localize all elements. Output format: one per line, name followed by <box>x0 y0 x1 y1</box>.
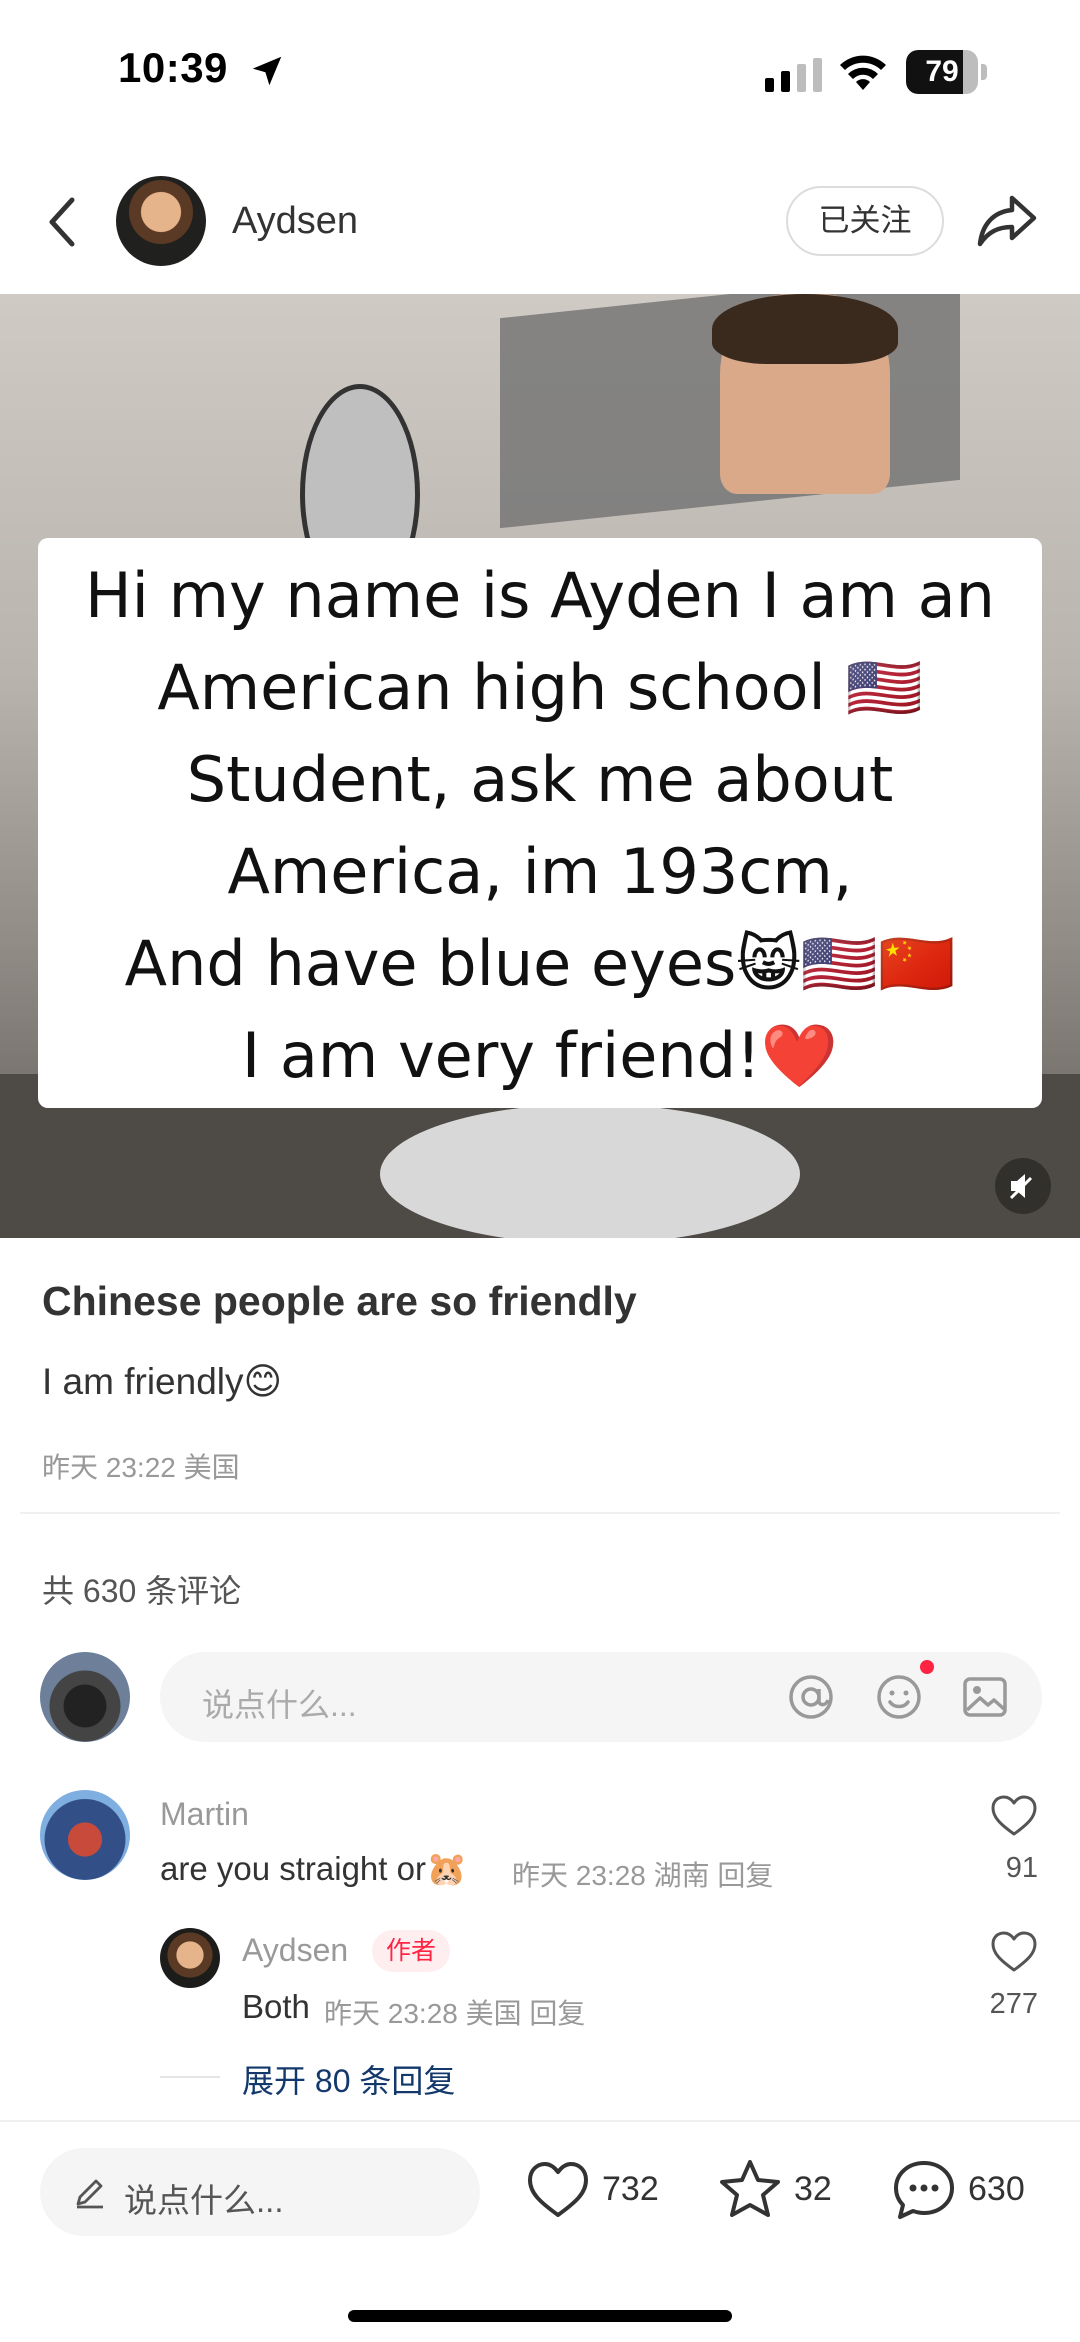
mute-icon[interactable] <box>995 1158 1051 1214</box>
reply-meta[interactable]: 昨天 23:28 美国 回复 <box>324 1992 585 2032</box>
sink <box>380 1104 800 1238</box>
bottom-input-placeholder: 说点什么... <box>124 2182 284 2219</box>
like-count: 732 <box>602 2170 659 2208</box>
location-arrow-icon <box>252 56 282 86</box>
divider <box>20 1512 1060 1514</box>
home-indicator[interactable] <box>348 2310 732 2322</box>
notification-dot <box>920 1660 934 1674</box>
commenter-name[interactable]: Martin <box>160 1796 249 1833</box>
reply-text: Both <box>242 1988 310 2025</box>
comment-total-count: 630 <box>968 2170 1025 2208</box>
heart-icon[interactable] <box>990 1930 1038 1974</box>
comment-count: 共 630 条评论 <box>42 1573 242 1609</box>
bottom-divider <box>0 2120 1080 2122</box>
expand-line <box>160 2076 220 2078</box>
author-badge: 作者 <box>372 1930 451 1972</box>
signal-icon <box>765 58 822 92</box>
person-hair <box>712 294 898 364</box>
comment-meta[interactable]: 昨天 23:28 湖南 回复 <box>512 1854 773 1894</box>
status-time: 10:39 <box>118 44 228 91</box>
battery-icon: 79 <box>906 50 988 94</box>
follow-button[interactable]: 已关注 <box>786 186 944 256</box>
share-icon[interactable] <box>976 190 1038 250</box>
battery-percent: 79 <box>925 55 959 88</box>
comment-like-count: 91 <box>1005 1852 1038 1884</box>
star-icon[interactable] <box>718 2158 782 2220</box>
overlay-text: Hi my name is Ayden I am an American hig… <box>85 559 995 1092</box>
post-meta: 昨天 23:22 美国 <box>42 1452 240 1483</box>
post-body: I am friendly😊 <box>42 1361 283 1402</box>
emoji-icon[interactable] <box>874 1672 924 1722</box>
post-title: Chinese people are so friendly <box>42 1278 637 1324</box>
reply-like-count: 277 <box>989 1988 1038 2020</box>
like-button[interactable] <box>526 2160 590 2220</box>
heart-icon[interactable] <box>990 1794 1038 1838</box>
favorite-count: 32 <box>794 2170 832 2208</box>
author-avatar[interactable] <box>116 176 206 266</box>
comment-icon[interactable] <box>892 2158 956 2222</box>
my-avatar <box>40 1652 130 1742</box>
author-name[interactable]: Aydsen <box>232 200 358 243</box>
wifi-icon <box>840 55 886 90</box>
back-icon[interactable] <box>40 192 84 252</box>
expand-replies-link[interactable]: 展开 80 条回复 <box>242 2056 455 2102</box>
reply-author-name[interactable]: Aydsen <box>242 1932 348 1969</box>
at-icon[interactable] <box>786 1672 836 1722</box>
pencil-icon <box>76 2179 103 2209</box>
comment-text: are you straight or🐹 <box>160 1850 468 1887</box>
image-icon[interactable] <box>960 1672 1010 1722</box>
commenter-avatar[interactable] <box>40 1790 130 1880</box>
reply-avatar[interactable] <box>160 1928 220 1988</box>
post-media[interactable]: Hi my name is Ayden I am an American hig… <box>0 294 1080 1238</box>
comment-input-placeholder: 说点什么... <box>202 1687 357 1723</box>
